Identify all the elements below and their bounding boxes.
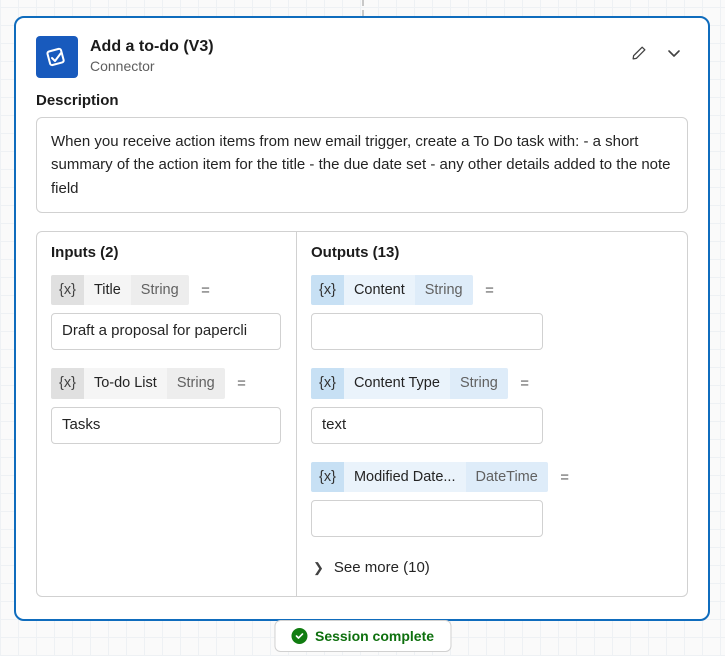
param-type: String — [167, 368, 225, 399]
variable-icon: {x} — [311, 462, 344, 493]
output-value-modifieddate[interactable] — [311, 500, 543, 537]
outputs-heading: Outputs (13) — [311, 244, 673, 261]
param-name: Title — [84, 275, 131, 306]
input-param-todolist[interactable]: {x} To-do List String — [51, 368, 225, 399]
param-type: DateTime — [466, 462, 548, 493]
card-header: Add a to-do (V3) Connector — [36, 36, 688, 78]
card-title: Add a to-do (V3) — [90, 37, 616, 57]
edit-button[interactable] — [628, 42, 650, 64]
equals-sign: = — [560, 469, 569, 486]
output-value-contenttype[interactable]: text — [311, 407, 543, 444]
see-more-button[interactable]: ❯ See more (10) — [311, 555, 432, 580]
output-param-contenttype[interactable]: {x} Content Type String — [311, 368, 508, 399]
input-value-title[interactable]: Draft a proposal for papercli — [51, 313, 281, 350]
output-param-content[interactable]: {x} Content String — [311, 275, 473, 306]
equals-sign: = — [237, 375, 246, 392]
input-param-title[interactable]: {x} Title String — [51, 275, 189, 306]
io-container: Inputs (2) {x} Title String = Draft a pr… — [36, 231, 688, 598]
check-circle-icon — [291, 628, 307, 644]
chevron-down-icon — [666, 45, 682, 61]
input-value-todolist[interactable]: Tasks — [51, 407, 281, 444]
param-name: Content Type — [344, 368, 450, 399]
card-subtitle: Connector — [90, 57, 616, 75]
see-more-label: See more (10) — [334, 559, 430, 576]
param-name: Modified Date... — [344, 462, 466, 493]
param-type: String — [131, 275, 189, 306]
output-param-modifieddate[interactable]: {x} Modified Date... DateTime — [311, 462, 548, 493]
action-card[interactable]: Add a to-do (V3) Connector Description W… — [14, 16, 710, 621]
variable-icon: {x} — [51, 368, 84, 399]
outputs-column: Outputs (13) {x} Content String = {x} Co… — [297, 232, 687, 597]
card-title-block: Add a to-do (V3) Connector — [90, 36, 616, 75]
inputs-column: Inputs (2) {x} Title String = Draft a pr… — [37, 232, 297, 597]
description-label: Description — [36, 92, 688, 109]
param-name: Content — [344, 275, 415, 306]
description-text: When you receive action items from new e… — [36, 117, 688, 213]
variable-icon: {x} — [311, 275, 344, 306]
param-type: String — [415, 275, 473, 306]
variable-icon: {x} — [51, 275, 84, 306]
equals-sign: = — [485, 282, 494, 299]
todo-app-icon — [36, 36, 78, 78]
session-status-label: Session complete — [315, 628, 434, 644]
collapse-button[interactable] — [664, 43, 684, 63]
chevron-right-icon: ❯ — [313, 560, 324, 576]
pencil-icon — [630, 44, 648, 62]
connector-line-top — [362, 0, 364, 16]
param-name: To-do List — [84, 368, 167, 399]
variable-icon: {x} — [311, 368, 344, 399]
inputs-heading: Inputs (2) — [51, 244, 282, 261]
param-type: String — [450, 368, 508, 399]
output-value-content[interactable] — [311, 313, 543, 350]
card-actions — [628, 36, 688, 64]
equals-sign: = — [201, 282, 210, 299]
session-status-pill: Session complete — [274, 620, 451, 652]
equals-sign: = — [520, 375, 529, 392]
